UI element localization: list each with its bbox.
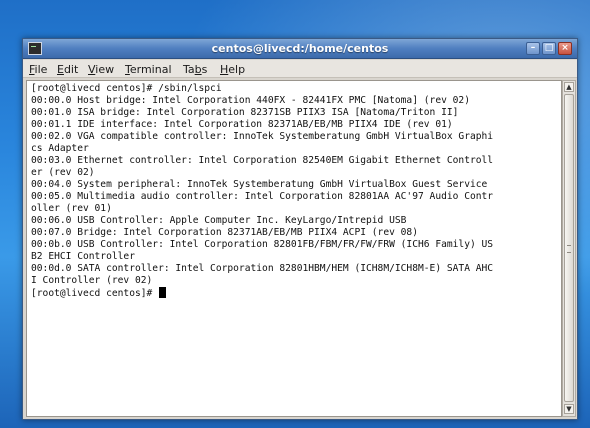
- menu-tabs-prefix: Ta: [183, 63, 195, 76]
- terminal-line: 00:02.0 VGA compatible controller: InnoT…: [31, 131, 494, 142]
- terminal-line: cs Adapter: [31, 143, 89, 154]
- close-button[interactable]: ×: [558, 42, 572, 55]
- terminal-line: 00:05.0 Multimedia audio controller: Int…: [31, 191, 494, 202]
- terminal-line: 00:04.0 System peripheral: InnoTek Syste…: [31, 179, 488, 190]
- menu-help-label: elp: [228, 63, 246, 76]
- terminal-line: B2 EHCI Controller: [31, 251, 135, 262]
- vertical-scrollbar[interactable]: ▲ ▼: [562, 80, 576, 417]
- terminal-prompt-line: [root@livecd centos]#: [31, 287, 167, 300]
- menu-tabs-mnemonic: b: [194, 63, 202, 76]
- terminal-line: 00:00.0 Host bridge: Intel Corporation 4…: [31, 95, 470, 106]
- terminal-line: 00:01.1 IDE interface: Intel Corporation…: [31, 119, 453, 130]
- scrollbar-thumb[interactable]: [564, 94, 574, 402]
- scroll-up-arrow-icon[interactable]: ▲: [564, 82, 574, 92]
- menu-file[interactable]: File: [29, 63, 47, 76]
- text-cursor: [159, 287, 167, 298]
- scroll-down-arrow-icon[interactable]: ▼: [564, 404, 574, 414]
- terminal-output-area[interactable]: [root@livecd centos]# /sbin/lspci 00:00.…: [26, 80, 562, 417]
- menu-terminal-label: erminal: [129, 63, 172, 76]
- menu-tabs-label: s: [201, 63, 208, 76]
- terminal-line: er (rev 02): [31, 167, 95, 178]
- menu-terminal[interactable]: Terminal: [125, 63, 172, 76]
- menu-view-label: iew: [95, 63, 115, 76]
- terminal-line: I Controller (rev 02): [31, 275, 153, 286]
- terminal-line: oller (rev 01): [31, 203, 112, 214]
- menu-view[interactable]: View: [88, 63, 114, 76]
- terminal-line: 00:01.0 ISA bridge: Intel Corporation 82…: [31, 107, 459, 118]
- terminal-line: 00:0b.0 USB Controller: Intel Corporatio…: [31, 239, 494, 250]
- terminal-line: 00:0d.0 SATA controller: Intel Corporati…: [31, 263, 494, 274]
- terminal-line: 00:06.0 USB Controller: Apple Computer I…: [31, 215, 407, 226]
- menu-edit-mnemonic: E: [57, 63, 64, 76]
- menu-tabs[interactable]: Tabs: [183, 63, 207, 76]
- terminal-line: 00:07.0 Bridge: Intel Corporation 82371A…: [31, 227, 418, 238]
- menu-edit-label: dit: [63, 63, 79, 76]
- menu-file-label: ile: [34, 63, 48, 76]
- menu-help[interactable]: Help: [220, 63, 245, 76]
- terminal-line: 00:03.0 Ethernet controller: Intel Corpo…: [31, 155, 494, 166]
- menu-bar: File Edit View Terminal Tabs Help: [23, 60, 577, 78]
- title-bar[interactable]: centos@livecd:/home/centos – □ ×: [23, 39, 577, 59]
- shell-prompt: [root@livecd centos]#: [31, 288, 159, 299]
- menu-edit[interactable]: Edit: [57, 63, 78, 76]
- terminal-line: [root@livecd centos]# /sbin/lspci: [31, 83, 222, 94]
- window-title: centos@livecd:/home/centos: [211, 42, 389, 55]
- maximize-button[interactable]: □: [542, 42, 556, 55]
- terminal-window: centos@livecd:/home/centos – □ × File Ed…: [22, 38, 578, 420]
- minimize-button[interactable]: –: [526, 42, 540, 55]
